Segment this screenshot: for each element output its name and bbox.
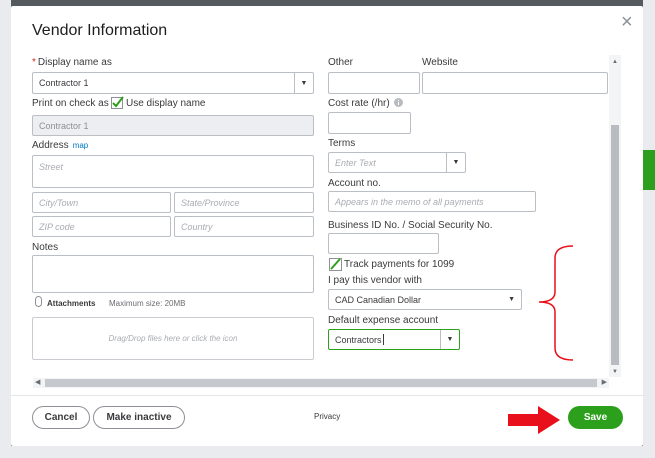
track-1099-checkbox[interactable] (329, 258, 342, 271)
other-input[interactable] (328, 72, 420, 94)
vendor-information-dialog: Vendor Information × * Display name as Co… (11, 6, 643, 446)
print-on-check-value: Contractor 1 (39, 120, 89, 131)
scroll-left-arrow-icon[interactable]: ◀ (35, 378, 40, 388)
text-cursor (382, 334, 384, 345)
annotation-arrow-icon (508, 406, 560, 434)
currency-label: I pay this vendor with (328, 275, 422, 286)
caret-down-icon[interactable]: ▼ (440, 330, 459, 349)
background-left-strip (0, 0, 11, 458)
track-1099-label: Track payments for 1099 (344, 259, 455, 270)
account-no-input[interactable]: Appears in the memo of all payments (328, 191, 536, 212)
dialog-title: Vendor Information (32, 22, 168, 39)
print-on-check-label: Print on check as (32, 98, 109, 109)
print-on-check-input[interactable]: Contractor 1 (32, 115, 314, 136)
background-right-strip (643, 0, 655, 458)
street-input[interactable]: Street (32, 155, 314, 188)
horizontal-scrollbar[interactable]: ◀ ▶ (33, 378, 609, 388)
checkmark-icon (112, 96, 124, 108)
business-id-input[interactable] (328, 233, 439, 254)
horizontal-scroll-thumb[interactable] (45, 379, 597, 387)
annotation-brace (538, 245, 574, 361)
expense-account-select[interactable]: Contractors ▼ (328, 329, 460, 350)
info-circle-icon[interactable] (394, 98, 404, 107)
checkmark-icon (330, 258, 341, 270)
save-button[interactable]: Save (568, 406, 623, 429)
caret-down-icon[interactable]: ▼ (294, 73, 313, 93)
vertical-scrollbar[interactable]: ▲ ▼ (609, 55, 621, 377)
footer-divider (11, 395, 643, 396)
country-input[interactable]: Country (174, 216, 314, 237)
website-input[interactable] (422, 72, 608, 94)
cost-rate-label: Cost rate (/hr) (328, 98, 404, 109)
dropzone-text: Drag/Drop files here or click the icon (108, 334, 238, 343)
map-link[interactable]: map (73, 141, 89, 150)
max-size-text: Maximum size: 20MB (109, 299, 186, 308)
notes-label: Notes (32, 242, 59, 253)
scroll-up-arrow-icon[interactable]: ▲ (612, 59, 618, 65)
caret-down-icon[interactable]: ▼ (446, 153, 465, 172)
other-label: Other (328, 57, 354, 68)
make-inactive-button[interactable]: Make inactive (93, 406, 185, 429)
cancel-button[interactable]: Cancel (32, 406, 90, 429)
cost-rate-input[interactable] (328, 112, 411, 134)
display-name-label: * Display name as (32, 57, 112, 68)
use-display-name-checkbox[interactable] (111, 96, 124, 109)
business-id-label: Business ID No. / Social Security No. (328, 220, 493, 231)
use-display-name-label: Use display name (126, 98, 206, 109)
address-label: Address map (32, 140, 89, 151)
scroll-down-arrow-icon[interactable]: ▼ (612, 369, 618, 375)
terms-select[interactable]: Enter Text ▼ (328, 152, 466, 173)
notes-textarea[interactable] (32, 255, 314, 293)
expense-account-label: Default expense account (328, 315, 439, 326)
state-input[interactable]: State/Province (174, 192, 314, 213)
attachment-dropzone[interactable]: Drag/Drop files here or click the icon (32, 317, 314, 360)
zip-input[interactable]: ZIP code (32, 216, 171, 237)
currency-select[interactable]: CAD Canadian Dollar ▼ (328, 289, 522, 310)
caret-down-icon[interactable]: ▼ (508, 296, 515, 303)
account-no-label: Account no. (328, 178, 381, 189)
privacy-link[interactable]: Privacy (314, 412, 340, 421)
city-input[interactable]: City/Town (32, 192, 171, 213)
vertical-scroll-thumb[interactable] (611, 125, 619, 365)
paperclip-icon[interactable] (35, 296, 42, 307)
required-mark: * (32, 57, 36, 68)
background-bottom-strip (0, 446, 655, 458)
website-label: Website (422, 57, 458, 68)
display-name-value: Contractor 1 (39, 78, 89, 88)
scroll-right-arrow-icon[interactable]: ▶ (602, 378, 607, 388)
currency-value: CAD Canadian Dollar (335, 294, 422, 305)
attachments-label: Attachments (47, 299, 96, 308)
close-icon[interactable]: × (621, 12, 633, 32)
expense-account-value: Contractors (335, 334, 382, 345)
display-name-select[interactable]: Contractor 1 ▼ (32, 72, 314, 94)
background-green-button (643, 150, 655, 190)
terms-label: Terms (328, 138, 356, 149)
